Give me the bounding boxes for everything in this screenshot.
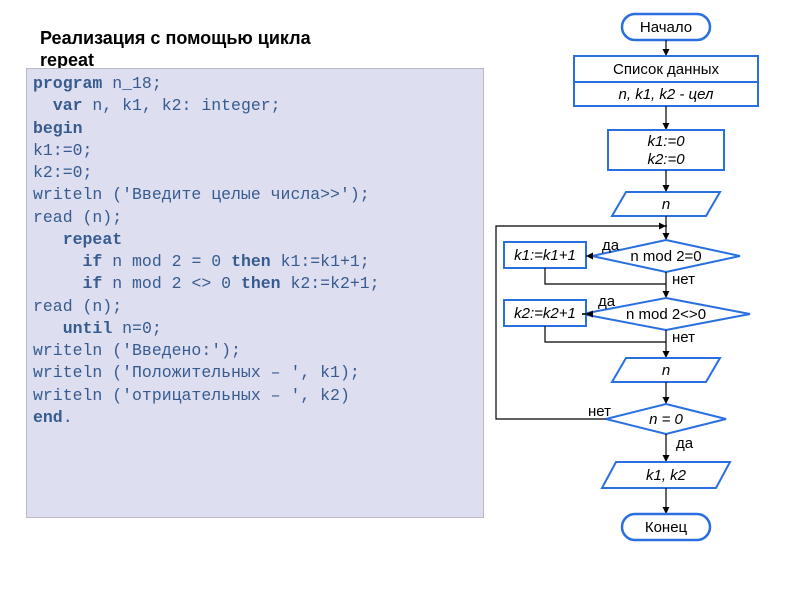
svg-text:k1, k2: k1, k2 [646,467,687,484]
svg-text:Список данных: Список данных [613,61,720,78]
svg-text:k1:=k1+1: k1:=k1+1 [514,247,576,264]
svg-text:n = 0: n = 0 [649,411,683,428]
svg-text:да: да [676,435,694,452]
svg-text:k1:=0: k1:=0 [647,133,685,150]
code-panel: program n_18; var n, k1, k2: integer; be… [26,68,484,518]
svg-text:k2:=0: k2:=0 [647,151,685,168]
svg-text:Конец: Конец [645,519,688,536]
svg-text:n, k1, k2 - цел: n, k1, k2 - цел [619,86,714,103]
flowchart: Начало Список данных n, k1, k2 - цел k1:… [490,2,800,598]
page-title: Реализация с помощью цикла repeat [40,28,360,71]
svg-text:k2:=k2+1: k2:=k2+1 [514,305,576,322]
svg-text:n: n [662,196,670,213]
svg-text:да: да [602,237,620,254]
svg-text:n: n [662,362,670,379]
svg-text:n mod 2=0: n mod 2=0 [630,248,701,265]
svg-text:нет: нет [672,271,695,288]
svg-text:да: да [598,293,616,310]
svg-text:нет: нет [588,403,611,420]
svg-text:нет: нет [672,329,695,346]
svg-text:n mod 2<>0: n mod 2<>0 [626,306,706,323]
svg-text:Начало: Начало [640,19,692,36]
